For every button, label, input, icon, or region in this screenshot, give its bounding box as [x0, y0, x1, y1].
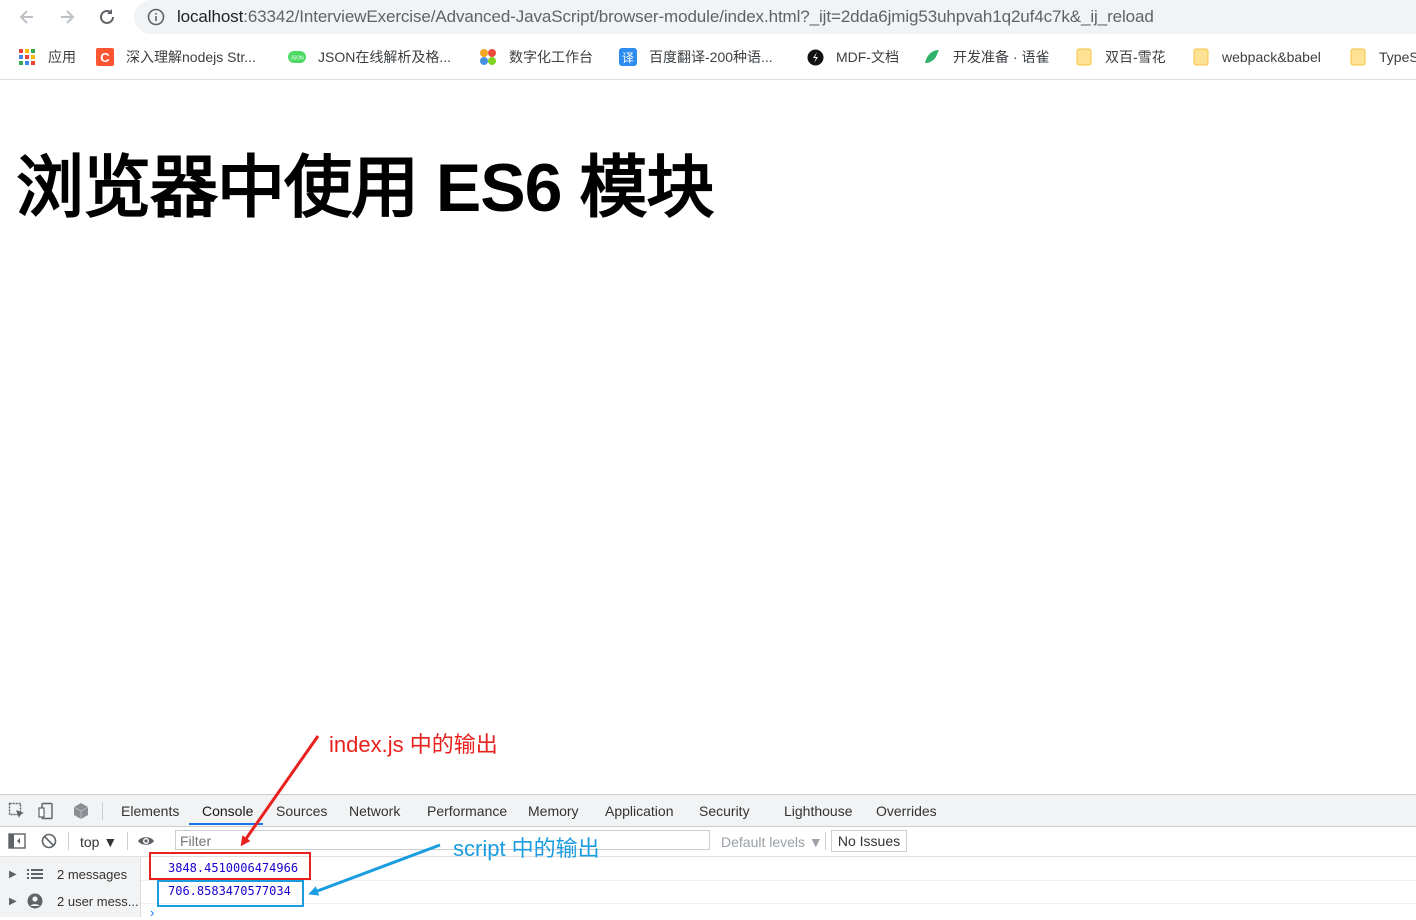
device-toolbar-icon[interactable] [38, 802, 56, 820]
svg-text:JSON: JSON [290, 56, 304, 62]
bookmark-folder-xuehua[interactable]: 双百-雪花 [1075, 47, 1166, 67]
bookmark-folder-webpack[interactable]: webpack&babel [1192, 47, 1321, 67]
folder-icon [1349, 48, 1367, 66]
json-icon: JSON [288, 48, 306, 66]
yuque-icon [923, 48, 941, 66]
address-bar[interactable]: localhost:63342/InterviewExercise/Advanc… [134, 0, 1416, 34]
bookmark-label: 数字化工作台 [509, 49, 593, 65]
svg-text:译: 译 [622, 51, 634, 65]
bookmarks-bar: 应用 C 深入理解nodejs Str... JSON JSON在线解析及格..… [0, 36, 1416, 80]
info-icon[interactable] [147, 8, 165, 26]
bookmark-label: 深入理解nodejs Str... [126, 49, 256, 65]
folder-icon [1075, 48, 1093, 66]
bookmark-label: 应用 [48, 49, 76, 65]
url-text[interactable]: localhost:63342/InterviewExercise/Advanc… [177, 7, 1154, 27]
sidebar-toggle-icon[interactable] [8, 832, 26, 850]
forward-button[interactable] [53, 4, 81, 30]
tab-security[interactable]: Security [699, 803, 750, 819]
page-heading: 浏览器中使用 ES6 模块 [16, 150, 714, 226]
toolbar-separator [825, 832, 826, 850]
translate-icon: 译 [619, 48, 637, 66]
bookmark-baidu-translate[interactable]: 译 百度翻译-200种语... [619, 47, 773, 67]
highlight-box-red [149, 852, 311, 880]
expand-arrow-icon[interactable]: ▶ [9, 896, 21, 907]
reload-button[interactable] [93, 4, 121, 30]
reload-icon [100, 9, 114, 24]
svg-text:C: C [100, 50, 110, 65]
sidebar-item-label: 2 user mess... [57, 893, 139, 909]
bookmark-folder-typescript[interactable]: TypeS [1349, 47, 1416, 67]
bookmark-digital-workbench[interactable]: 数字化工作台 [479, 47, 593, 67]
bookmark-label: TypeS [1379, 49, 1416, 65]
console-prompt[interactable]: › [150, 905, 154, 920]
context-selector[interactable]: top ▼ [80, 834, 117, 850]
tab-overrides[interactable]: Overrides [876, 803, 937, 819]
browser-toolbar: localhost:63342/InterviewExercise/Advanc… [0, 0, 1416, 36]
tab-network[interactable]: Network [349, 803, 400, 819]
bookmark-label: MDF-文档 [836, 49, 899, 65]
colorful-dots-icon [479, 48, 497, 66]
bookmark-json-parser[interactable]: JSON JSON在线解析及格... [288, 47, 451, 67]
highlight-box-blue [157, 880, 304, 907]
sidebar-item-messages[interactable]: ▶ 2 messages [0, 861, 140, 887]
apps-grid-icon [18, 48, 36, 66]
bookmark-nodejs-streams[interactable]: C 深入理解nodejs Str... [96, 47, 256, 67]
eye-icon[interactable] [137, 832, 155, 850]
console-sidebar: ▶ 2 messages ▶ 2 user mess... [0, 857, 141, 917]
list-icon [27, 868, 49, 880]
annotation-script-output: script 中的输出 [453, 836, 600, 861]
console-log-line: 706.8583470577034 [141, 880, 1416, 904]
sidebar-item-label: 2 messages [57, 866, 128, 882]
tab-performance[interactable]: Performance [427, 803, 507, 819]
expand-arrow-icon[interactable]: ▶ [9, 869, 21, 880]
bookmark-yuque[interactable]: 开发准备 · 语雀 [923, 47, 1049, 67]
user-icon [27, 893, 49, 909]
cube-extension-icon[interactable] [72, 802, 90, 820]
csdn-icon: C [96, 48, 114, 66]
active-tab-indicator [189, 823, 263, 825]
clear-console-icon[interactable] [40, 832, 58, 850]
bookmark-apps[interactable]: 应用 [18, 47, 76, 67]
tab-console[interactable]: Console [202, 803, 253, 819]
issues-button[interactable]: No Issues [831, 830, 907, 852]
mdf-icon [806, 48, 824, 66]
bookmark-label: JSON在线解析及格... [318, 49, 452, 65]
folder-icon [1192, 48, 1210, 66]
inspect-element-icon[interactable] [8, 802, 26, 820]
url-host: localhost [177, 7, 244, 26]
sidebar-item-user-messages[interactable]: ▶ 2 user mess... [0, 888, 140, 914]
devtools-tab-bar: Elements Console Sources Network Perform… [0, 795, 1416, 827]
tab-application[interactable]: Application [605, 803, 674, 819]
toolbar-separator [127, 832, 128, 850]
console-filter-input[interactable] [175, 830, 710, 850]
bookmark-label: 双百-雪花 [1105, 49, 1166, 65]
bookmark-label: webpack&babel [1222, 49, 1321, 65]
arrow-left-icon [19, 10, 33, 24]
url-path: :63342/InterviewExercise/Advanced-JavaSc… [243, 7, 1154, 26]
bookmark-label: 开发准备 · 语雀 [953, 49, 1050, 65]
tab-sources[interactable]: Sources [276, 803, 327, 819]
bookmark-label: 百度翻译-200种语... [649, 49, 773, 65]
back-button[interactable] [13, 4, 41, 30]
log-levels-dropdown[interactable]: Default levels ▼ [721, 834, 823, 850]
tab-lighthouse[interactable]: Lighthouse [784, 803, 853, 819]
tab-elements[interactable]: Elements [121, 803, 179, 819]
bookmark-mdf-docs[interactable]: MDF-文档 [806, 47, 899, 67]
toolbar-separator [68, 832, 69, 850]
arrow-right-icon [61, 10, 75, 24]
tab-separator [102, 802, 103, 820]
console-log-line: 3848.4510006474966 [141, 857, 1416, 881]
annotation-index-js-output: index.js 中的输出 [329, 732, 498, 757]
tab-memory[interactable]: Memory [528, 803, 579, 819]
